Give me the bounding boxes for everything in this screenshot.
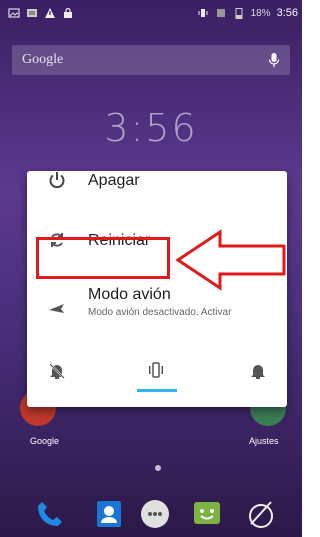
restart-highlight-box [36, 237, 170, 279]
settings-app-label: Ajustes [249, 436, 279, 446]
sound-mode-selector [27, 351, 287, 392]
signal-icon [216, 9, 225, 17]
gallery-icon [27, 9, 37, 17]
google-app-label: Google [30, 436, 60, 446]
bell-icon[interactable] [248, 361, 268, 381]
lock-screen: 18% 3:56 Google 3:56 Google Ajustes Apag… [0, 0, 302, 537]
microphone-icon[interactable] [268, 52, 280, 68]
page-indicator [155, 465, 161, 471]
status-left [0, 7, 74, 19]
status-right: 18% 3:56 [197, 7, 302, 19]
image-icon [8, 8, 20, 18]
airplane-mode-status: Modo avión desactivado. Activar [88, 307, 232, 318]
annotation-arrow-icon [176, 229, 286, 291]
battery-percent: 18% [250, 7, 271, 19]
phone-icon[interactable] [34, 498, 66, 530]
airplane-icon [49, 304, 64, 313]
status-bar: 18% 3:56 [0, 0, 302, 26]
lock-icon [64, 7, 72, 18]
airplane-mode-option[interactable]: Modo avión Modo avión desactivado. Activ… [27, 286, 287, 351]
browser-icon[interactable] [245, 498, 277, 530]
selected-mode-indicator [137, 389, 177, 392]
home-clock: 3:56 [104, 106, 198, 150]
silent-icon[interactable] [47, 361, 67, 381]
google-search-bar[interactable]: Google [12, 45, 290, 75]
vibrate-icon [198, 9, 208, 17]
google-logo-text: Google [22, 52, 64, 67]
vibrate-mode-icon[interactable] [146, 360, 166, 380]
airplane-mode-label: Modo avión [88, 286, 171, 303]
power-icon [49, 172, 65, 189]
power-off-label: Apagar [88, 172, 140, 189]
contacts-icon[interactable] [93, 498, 125, 530]
battery-icon [235, 8, 243, 19]
app-dock [0, 492, 302, 537]
messaging-icon[interactable] [191, 498, 223, 530]
status-time: 3:56 [276, 7, 298, 19]
power-off-option[interactable]: Apagar [27, 171, 287, 231]
warning-icon [45, 8, 55, 18]
app-drawer-icon[interactable] [139, 498, 171, 530]
